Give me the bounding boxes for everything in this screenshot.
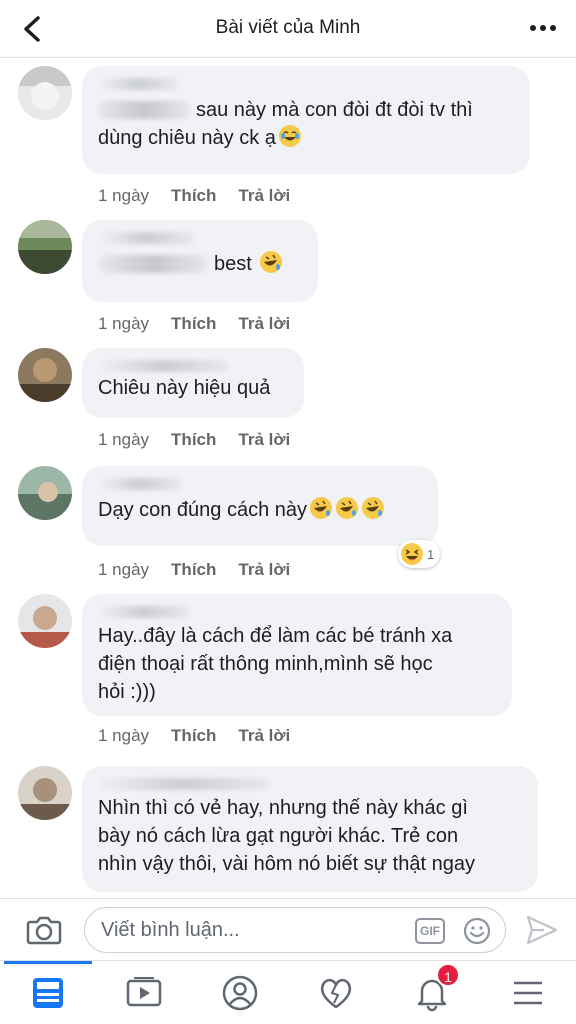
author-name-blurred[interactable] [98, 474, 422, 496]
rofl-emoji-icon [362, 497, 385, 519]
comment-input-box: GIF [84, 907, 506, 953]
comment-actions: 1 ngày Thích Trả lời [98, 430, 290, 450]
comment-text: Chiêu này hiệu quả [98, 377, 271, 399]
dating-heart-tab-icon[interactable] [316, 973, 356, 1013]
notification-badge: 1 [436, 963, 460, 987]
like-link[interactable]: Thích [171, 560, 216, 580]
reply-link[interactable]: Trả lời [238, 430, 290, 450]
reply-link[interactable]: Trả lời [238, 186, 290, 206]
avatar[interactable] [18, 594, 72, 648]
joy-emoji-icon [278, 125, 301, 147]
author-name-blurred[interactable] [98, 74, 514, 96]
active-tab-indicator [4, 961, 92, 964]
like-link[interactable]: Thích [171, 186, 216, 206]
comment-composer: GIF [0, 898, 576, 960]
more-options-icon[interactable] [528, 18, 558, 38]
comment-text: Nhìn thì có vẻ hay, nhưng thế này khác g… [98, 797, 475, 875]
author-name-blurred[interactable] [98, 602, 496, 622]
page-title: Bài viết của Minh [215, 17, 361, 38]
comment-time: 1 ngày [98, 430, 150, 449]
menu-tab-icon[interactable] [508, 973, 548, 1013]
comment-time: 1 ngày [98, 560, 150, 579]
comment-bubble: Hay..đây là cách để làm các bé tránh xa … [82, 594, 512, 716]
rofl-emoji-icon [336, 497, 359, 519]
emoji-picker-icon[interactable] [463, 917, 491, 945]
reaction-count: 1 [427, 546, 435, 562]
comment-text: Dạy con đúng cách này [98, 496, 422, 524]
like-link[interactable]: Thích [171, 314, 216, 334]
comment-text: best [98, 250, 302, 278]
avatar[interactable] [18, 220, 72, 274]
watch-tab-icon[interactable] [124, 973, 164, 1013]
reaction-summary[interactable]: 1 [398, 540, 441, 568]
avatar[interactable] [18, 66, 72, 120]
haha-reaction-icon [401, 543, 423, 565]
comment-time: 1 ngày [98, 726, 150, 745]
camera-icon[interactable] [24, 913, 64, 947]
comment-input[interactable] [101, 916, 401, 944]
comment-bubble: Chiêu này hiệu quả [82, 348, 304, 418]
comment-actions: 1 ngày Thích Trả lời [98, 186, 290, 206]
comment-actions: 1 ngày Thích Trả lời [98, 314, 290, 334]
avatar[interactable] [18, 466, 72, 520]
reply-link[interactable]: Trả lời [238, 726, 290, 746]
gif-button[interactable]: GIF [415, 918, 445, 944]
comment-list: sau này mà con đòi đt đòi tv thì dùng ch… [0, 58, 576, 898]
rofl-emoji-icon [310, 497, 333, 519]
avatar[interactable] [18, 766, 72, 820]
bottom-tab-bar: 1 [0, 960, 576, 1024]
reply-link[interactable]: Trả lời [238, 314, 290, 334]
author-name-blurred[interactable] [98, 356, 288, 374]
reply-link[interactable]: Trả lời [238, 560, 290, 580]
comment-bubble: Nhìn thì có vẻ hay, nhưng thế này khác g… [82, 766, 538, 892]
comment-time: 1 ngày [98, 314, 150, 333]
comment-actions: 1 ngày Thích Trả lời [98, 560, 290, 580]
send-icon[interactable] [524, 913, 560, 947]
top-bar: Bài viết của Minh [0, 0, 576, 58]
like-link[interactable]: Thích [171, 726, 216, 746]
comment-text: Hay..đây là cách để làm các bé tránh xa … [98, 625, 453, 703]
comment-bubble: best [82, 220, 318, 302]
like-link[interactable]: Thích [171, 430, 216, 450]
comment-time: 1 ngày [98, 186, 150, 205]
author-name-blurred[interactable] [98, 228, 302, 250]
comment-bubble: Dạy con đúng cách này [82, 466, 438, 546]
comment-bubble: sau này mà con đòi đt đòi tv thì dùng ch… [82, 66, 530, 174]
rofl-emoji-icon [260, 251, 283, 273]
comment-text: sau này mà con đòi đt đòi tv thì dùng ch… [98, 99, 473, 149]
notifications-tab[interactable]: 1 [412, 963, 460, 1013]
profile-tab-icon[interactable] [220, 973, 260, 1013]
author-name-blurred[interactable] [98, 774, 522, 794]
avatar[interactable] [18, 348, 72, 402]
comment-actions: 1 ngày Thích Trả lời [98, 726, 290, 746]
news-feed-tab-icon[interactable] [28, 973, 68, 1013]
